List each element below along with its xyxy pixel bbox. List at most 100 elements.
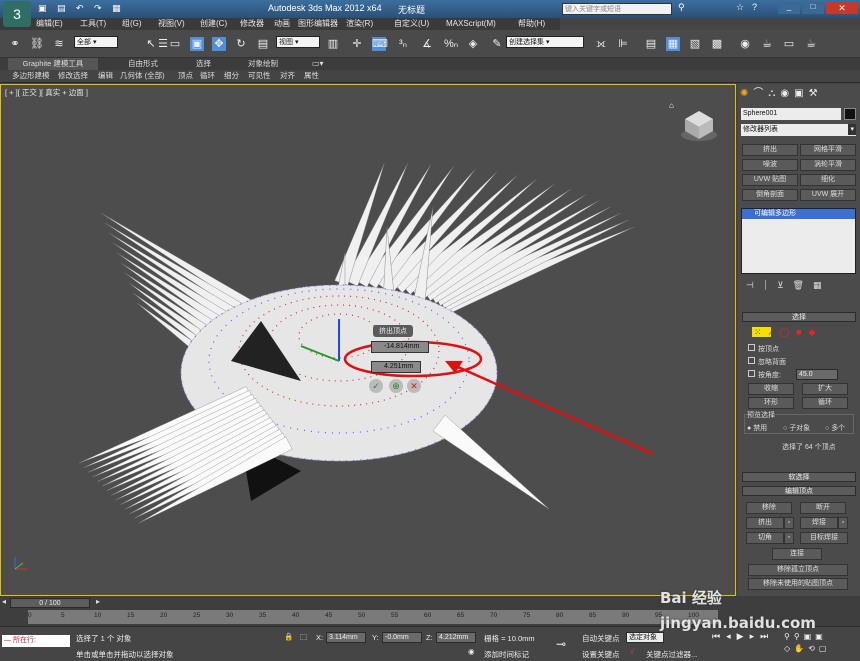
menu-item[interactable]: 帮助(H) xyxy=(518,18,545,30)
preview-multi-radio[interactable]: ○ 多个 xyxy=(825,423,845,433)
caddy-ok-icon[interactable]: ✓ xyxy=(369,379,383,393)
menu-item[interactable]: 视图(V) xyxy=(158,18,185,30)
reference-coord-dropdown[interactable]: 视图 ▾ xyxy=(276,36,320,48)
named-selection-dropdown[interactable]: 创建选择集 ▾ xyxy=(506,36,584,48)
curve-editor-icon[interactable]: ▧ xyxy=(688,37,702,51)
mirror-icon[interactable]: ⟗ xyxy=(594,37,608,51)
remove-isolated-button[interactable]: 移除孤立顶点 xyxy=(748,564,848,576)
render-setup-icon[interactable]: ☕ xyxy=(760,37,774,51)
close-button[interactable]: ✕ xyxy=(826,2,858,14)
rendered-frame-icon[interactable]: ▭ xyxy=(782,37,796,51)
mod-button-turbosmooth[interactable]: 涡轮平滑 xyxy=(800,159,856,171)
layer-manager-icon[interactable]: ▤ xyxy=(644,37,658,51)
ribbon-item[interactable]: 循环 xyxy=(200,70,215,82)
minimize-button[interactable]: _ xyxy=(778,2,800,14)
utilities-tab-icon[interactable]: ⚒ xyxy=(809,88,823,99)
extrude-settings-button[interactable]: ▫ xyxy=(784,517,794,529)
weld-button[interactable]: 焊接 xyxy=(800,517,838,529)
maximize-viewport-icon[interactable]: ▢ xyxy=(819,644,831,653)
y-coord-field[interactable]: -0.0mm xyxy=(382,632,422,643)
element-mode-icon[interactable]: ◆ xyxy=(809,327,823,337)
fov-icon[interactable]: ◇ xyxy=(784,644,794,653)
z-coord-field[interactable]: 4.212mm xyxy=(436,632,476,643)
preview-disabled-radio[interactable]: ● 禁用 xyxy=(747,423,767,433)
menu-item[interactable]: 编辑(E) xyxy=(36,18,63,30)
app-logo-icon[interactable]: 3 xyxy=(3,1,31,27)
sea-urchin-mesh[interactable] xyxy=(1,85,736,596)
target-weld-button[interactable]: 目标焊接 xyxy=(800,532,848,544)
mod-button-noise[interactable]: 噪波 xyxy=(742,159,798,171)
render-icon[interactable]: ☕ xyxy=(804,37,818,51)
ribbon-item[interactable]: 对齐 xyxy=(280,70,295,82)
ribbon-tab-object-paint[interactable]: 对象绘制 xyxy=(248,58,278,70)
pan-icon[interactable]: ✋ xyxy=(794,644,808,653)
menu-item[interactable]: 动画 xyxy=(274,18,290,30)
graphite-toggle-icon[interactable]: ▦ xyxy=(666,37,680,51)
percent-snap-icon[interactable]: %ₙ xyxy=(444,37,458,51)
prev-frame-icon[interactable]: ◂ xyxy=(2,597,6,606)
selected-object-dropdown[interactable]: 选定对象 xyxy=(626,632,664,643)
extrude-width-field[interactable]: 4.251mm xyxy=(371,361,421,373)
auto-key-button[interactable]: 自动关键点 xyxy=(582,633,620,644)
schematic-view-icon[interactable]: ▩ xyxy=(710,37,724,51)
soft-selection-rollout-header[interactable]: 软选择 xyxy=(742,472,856,482)
menu-item[interactable]: 工具(T) xyxy=(80,18,106,30)
menu-item[interactable]: 修改器 xyxy=(240,18,264,30)
mod-button-meshsmooth[interactable]: 网格平滑 xyxy=(800,144,856,156)
object-color-swatch[interactable] xyxy=(844,108,856,120)
caddy-cancel-icon[interactable]: ✕ xyxy=(407,379,421,393)
time-tag-icon[interactable]: ◉ xyxy=(468,647,475,656)
lock-icon[interactable]: 🔒 xyxy=(284,632,293,641)
configure-sets-icon[interactable]: ▦ xyxy=(813,280,831,290)
ring-button[interactable]: 环形 xyxy=(748,397,794,409)
x-coord-field[interactable]: 3.114mm xyxy=(326,632,366,643)
edit-vertices-rollout-header[interactable]: 编辑顶点 xyxy=(742,486,856,496)
hierarchy-tab-icon[interactable]: ⛬ xyxy=(768,88,780,99)
ribbon-item[interactable]: 可见性 xyxy=(248,70,271,82)
ribbon-item[interactable]: 修改选择 xyxy=(58,70,88,82)
display-tab-icon[interactable]: ▣ xyxy=(794,88,808,99)
align-icon[interactable]: ⊫ xyxy=(616,37,630,51)
snap-toggle-icon[interactable]: ³ₙ xyxy=(396,37,410,51)
edit-named-selection-icon[interactable]: ✎ xyxy=(490,37,504,51)
make-unique-icon[interactable]: ⊻ xyxy=(777,280,793,290)
break-button[interactable]: 断开 xyxy=(800,502,846,514)
viewcube-icon[interactable] xyxy=(679,107,719,143)
stack-item-editable-poly[interactable]: 可编辑多边形 xyxy=(742,209,855,219)
rect-region-icon[interactable]: ▭ xyxy=(168,37,182,51)
ribbon-item[interactable]: 顶点 xyxy=(178,70,193,82)
set-key-icon[interactable]: √ xyxy=(630,647,634,656)
menu-item[interactable]: 组(G) xyxy=(122,18,142,30)
border-mode-icon[interactable]: ◯ xyxy=(779,327,796,337)
menu-item[interactable]: 图形编辑器 xyxy=(298,18,338,30)
ribbon-options-icon[interactable]: ▭▾ xyxy=(312,59,324,68)
select-manipulate-icon[interactable]: ✛ xyxy=(350,37,364,51)
maxscript-listener[interactable]: — 所在行: xyxy=(2,635,70,647)
menu-item[interactable]: MAXScript(M) xyxy=(446,18,496,30)
link-icon[interactable]: ⚭ xyxy=(8,37,22,51)
vertex-mode-icon[interactable]: ⁙ xyxy=(752,327,771,337)
binoculars-icon[interactable]: ⚲ xyxy=(678,2,685,13)
extrude-height-field[interactable]: -14.814mm xyxy=(371,341,429,353)
key-filters-button[interactable]: 关键点过滤器... xyxy=(646,649,697,660)
by-vertex-checkbox[interactable]: 按顶点 xyxy=(748,344,779,354)
remove-button[interactable]: 移除 xyxy=(746,502,792,514)
object-name-field[interactable]: Sphere001 xyxy=(741,108,841,120)
modifier-stack[interactable]: 可编辑多边形 xyxy=(741,208,856,274)
menu-item[interactable]: 创建(C) xyxy=(200,18,227,30)
add-time-tag[interactable]: 添加时间标记 xyxy=(484,649,529,660)
menu-item[interactable]: 渲染(R) xyxy=(346,18,373,30)
scale-icon[interactable]: ▤ xyxy=(256,37,270,51)
key-mode-icon[interactable]: ⊸ xyxy=(556,637,566,651)
edge-mode-icon[interactable]: ∕ xyxy=(771,327,780,337)
ribbon-tab-freeform[interactable]: 自由形式 xyxy=(128,58,158,70)
next-frame-icon[interactable]: ▸ xyxy=(96,597,100,606)
move-icon[interactable]: ✥ xyxy=(212,37,226,51)
material-editor-icon[interactable]: ◉ xyxy=(738,37,752,51)
modifier-list-dropdown[interactable]: 修改器列表 ▾ xyxy=(741,124,856,136)
mod-button-uvw-map[interactable]: UVW 贴图 xyxy=(742,174,798,186)
ribbon-tab-graphite[interactable]: Graphite 建模工具 xyxy=(8,58,98,70)
rotate-icon[interactable]: ↻ xyxy=(234,37,248,51)
selection-rollout-header[interactable]: 选择 xyxy=(742,312,856,322)
ribbon-tab-selection[interactable]: 选择 xyxy=(196,58,211,70)
